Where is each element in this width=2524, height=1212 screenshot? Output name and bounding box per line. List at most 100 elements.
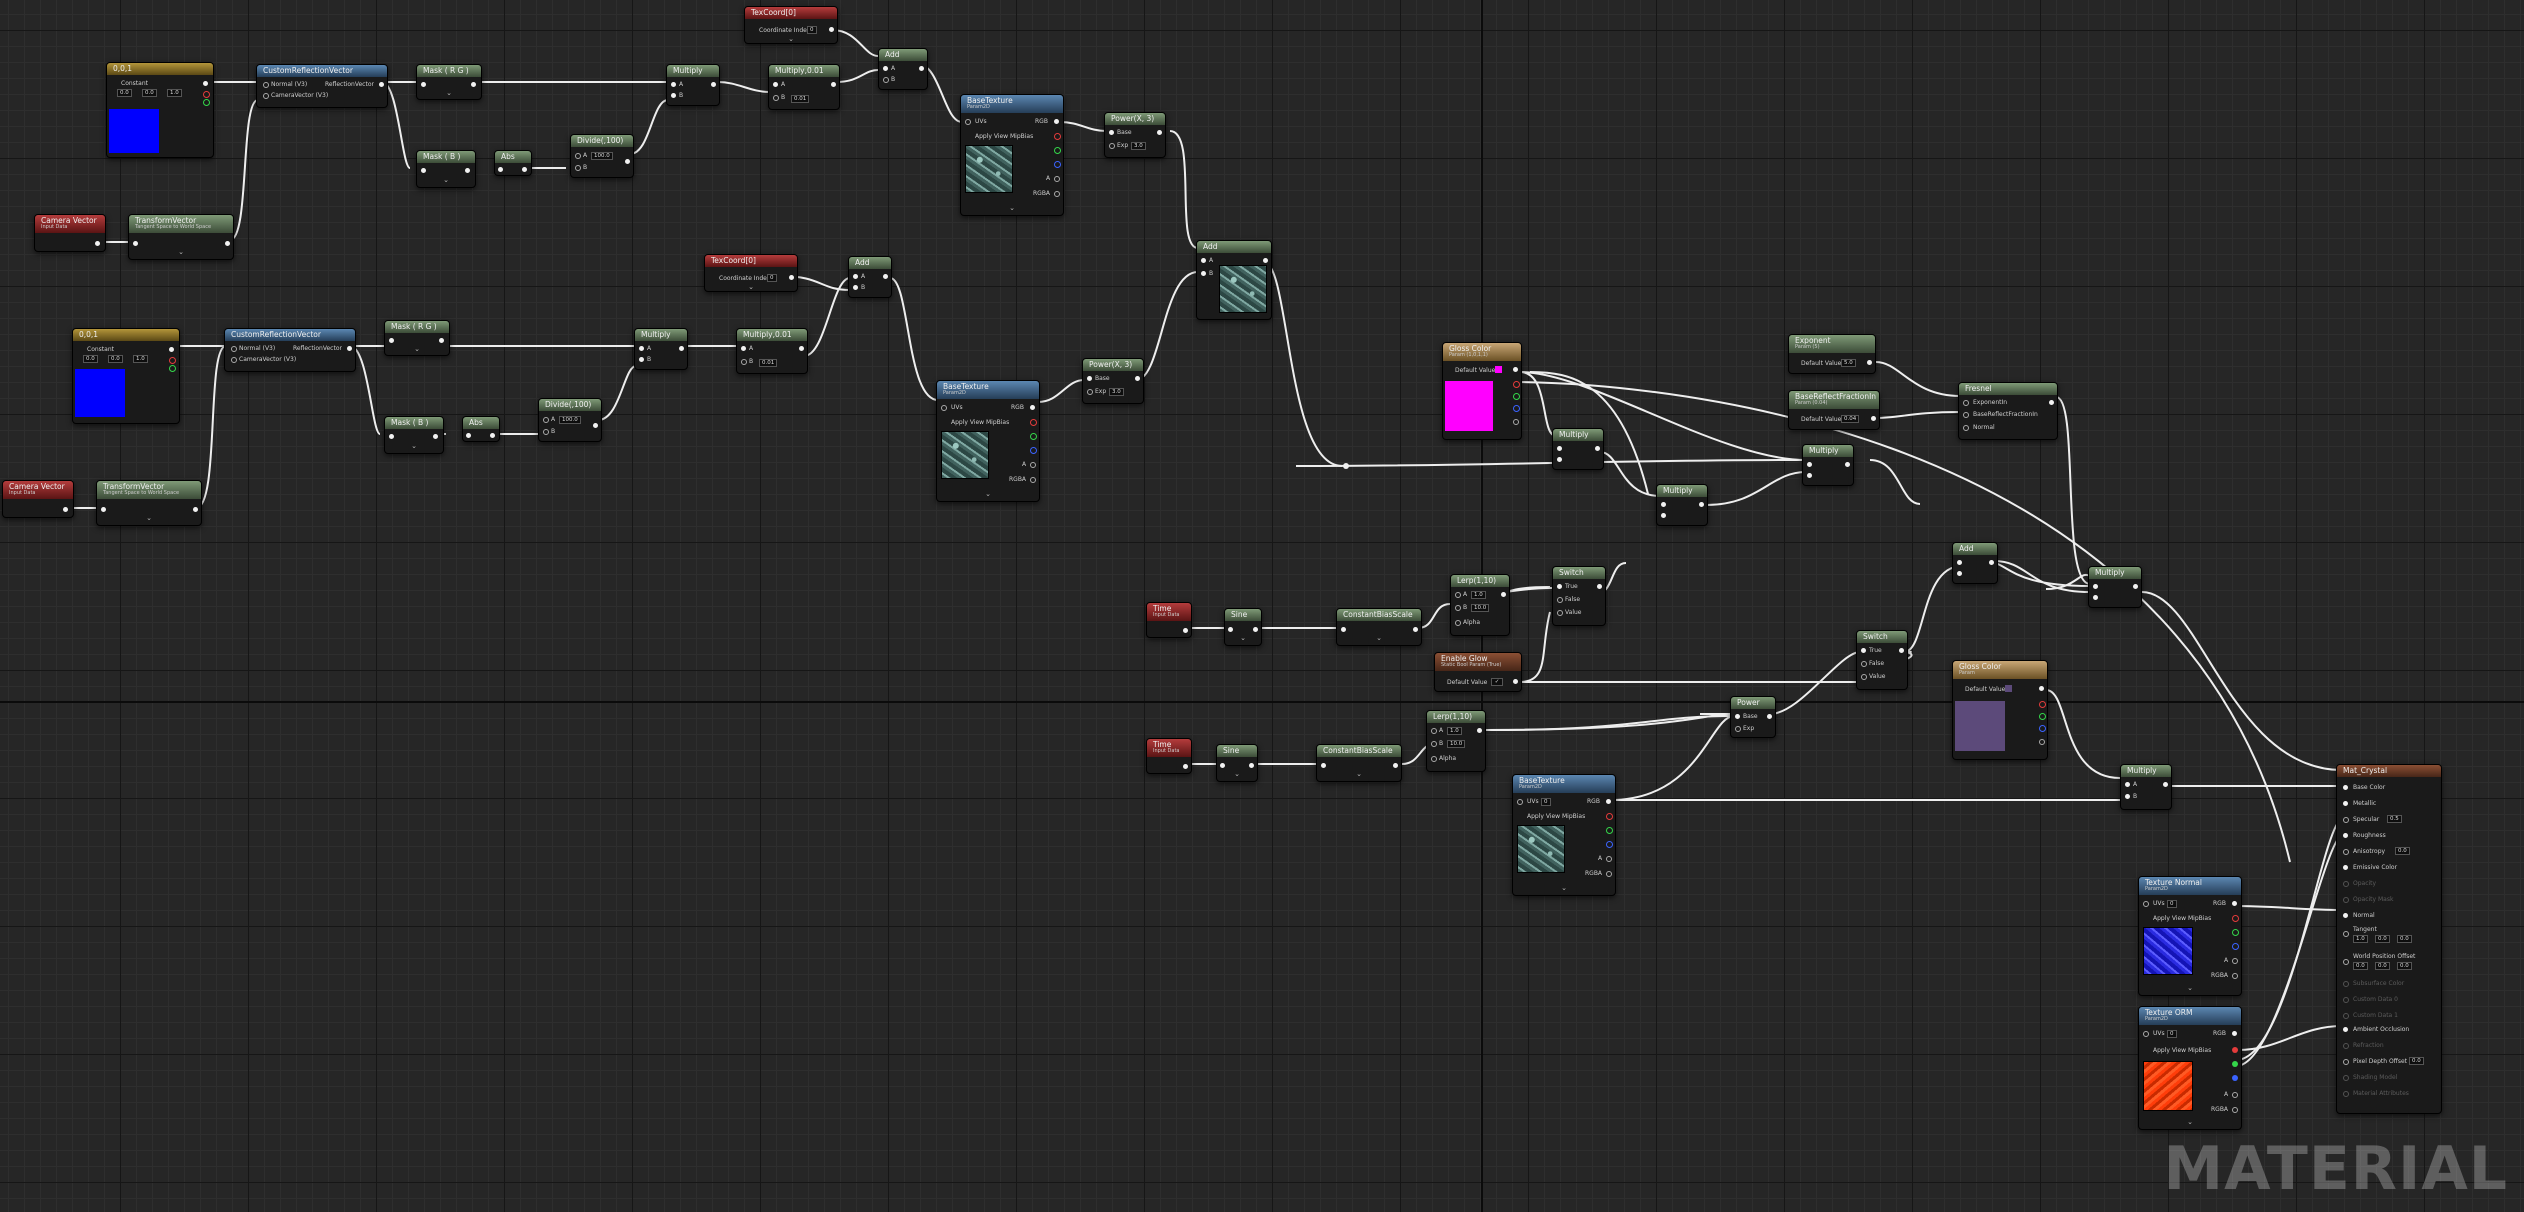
output-pin[interactable] <box>2049 400 2054 405</box>
g-output-pin[interactable] <box>1054 147 1061 154</box>
input-pin[interactable] <box>263 93 269 99</box>
value-input-pin[interactable] <box>1557 610 1563 616</box>
custom-reflection-vector-node-mid[interactable]: CustomReflectionVector Normal (V3) Camer… <box>224 328 356 372</box>
r-output-pin[interactable] <box>1606 813 1613 820</box>
default-value-input[interactable]: 0.04 <box>1841 415 1860 423</box>
a-output-pin[interactable] <box>1054 176 1060 182</box>
output-pin[interactable] <box>1899 648 1904 653</box>
constant-bias-scale-node-1[interactable]: ConstantBiasScale ⌄ <box>1336 608 1422 646</box>
input-a-pin[interactable] <box>2125 782 2130 787</box>
input-b-pin[interactable] <box>671 93 676 98</box>
transform-vector-node-mid[interactable]: TransformVector Tangent Space to World Sp… <box>96 480 202 526</box>
input-a-pin[interactable] <box>883 66 888 71</box>
rgba-output-pin[interactable] <box>1606 871 1612 877</box>
chevron-down-icon[interactable]: ⌄ <box>1513 885 1615 892</box>
input-b-pin[interactable] <box>1807 473 1812 478</box>
chevron-down-icon[interactable]: ⌄ <box>705 284 797 291</box>
input-pin[interactable] <box>1228 627 1233 632</box>
rgb-output-pin[interactable] <box>2232 901 2237 906</box>
texture-normal-node[interactable]: Texture Normal Param2D UVs 0 Apply View M… <box>2138 876 2242 996</box>
normal-input-pin[interactable] <box>1963 425 1969 431</box>
input-b-pin[interactable] <box>639 357 644 362</box>
value-b[interactable]: 1.0 <box>167 89 182 97</box>
custom-reflection-vector-node-top[interactable]: CustomReflectionVector Normal (V3) Camer… <box>256 64 388 108</box>
output-pin[interactable] <box>203 81 208 86</box>
exp-value[interactable]: 3.0 <box>1131 142 1146 150</box>
multiply-001-node-top[interactable]: Multiply,0.01 A B 0.01 <box>768 64 840 110</box>
output-pin[interactable] <box>1513 367 1518 372</box>
input-pin[interactable] <box>133 241 138 246</box>
wpo-z-value[interactable]: 0.0 <box>2397 962 2412 970</box>
output-pin[interactable] <box>490 433 495 438</box>
multiply-node-top[interactable]: Multiply A B <box>666 64 720 106</box>
rgb-output-pin[interactable] <box>2232 1031 2237 1036</box>
input-a-pin[interactable] <box>575 153 581 159</box>
add-node-right[interactable]: Add <box>1952 542 1998 584</box>
output-pin[interactable] <box>711 82 716 87</box>
output-r-pin[interactable] <box>169 357 176 364</box>
base-texture-node-low[interactable]: BaseTexture Param2D UVs 0 Apply View MipB… <box>1512 774 1616 896</box>
output-pin[interactable] <box>1157 130 1162 135</box>
input-pin[interactable] <box>1220 763 1225 768</box>
constant-vector-node-top[interactable]: 0,0,1 Constant 0.0 0.0 1.0 <box>106 62 214 158</box>
result-pin-roughness[interactable] <box>2343 833 2348 838</box>
input-b-pin[interactable] <box>2093 595 2098 600</box>
input-a-pin[interactable] <box>2093 584 2098 589</box>
input-b-value[interactable]: 0.01 <box>759 359 778 367</box>
a-value[interactable]: 1.0 <box>1471 591 1486 599</box>
alpha-input-pin[interactable] <box>1431 756 1437 762</box>
wpo-y-value[interactable]: 0.0 <box>2375 962 2390 970</box>
input-b-pin[interactable] <box>883 77 889 83</box>
output-pin[interactable] <box>193 507 198 512</box>
a-output-pin[interactable] <box>2039 739 2045 745</box>
constant-vector-node-mid[interactable]: 0,0,1 Constant 0.0 0.0 1.0 <box>72 328 180 424</box>
input-b-pin[interactable] <box>543 429 549 435</box>
exponent-param-node[interactable]: Exponent Param (5) Default Value 5.0 <box>1788 334 1876 374</box>
chevron-down-icon[interactable]: ⌄ <box>2139 1119 2241 1126</box>
result-pin-emissive-color[interactable] <box>2343 865 2348 870</box>
output-pin[interactable] <box>593 423 598 428</box>
input-pin[interactable] <box>101 507 106 512</box>
result-pin-metallic[interactable] <box>2343 801 2348 806</box>
b-output-pin[interactable] <box>2039 725 2046 732</box>
g-output-pin[interactable] <box>1606 827 1613 834</box>
result-pin-custom-data-0[interactable] <box>2343 997 2349 1003</box>
result-pin-tangent[interactable] <box>2343 931 2349 937</box>
result-pin-specular[interactable] <box>2343 817 2349 823</box>
output-pin[interactable] <box>1597 584 1602 589</box>
material-graph-canvas[interactable]: 0,0,1 Constant 0.0 0.0 1.0 CustomReflect… <box>0 0 2524 1212</box>
output-pin[interactable] <box>1253 627 1258 632</box>
input-a-pin[interactable] <box>639 346 644 351</box>
r-output-pin[interactable] <box>1513 381 1520 388</box>
output-pin[interactable] <box>1263 258 1268 263</box>
input-a-pin[interactable] <box>1201 258 1206 263</box>
coordinate-index-value[interactable]: 0 <box>807 26 817 34</box>
false-input-pin[interactable] <box>1557 597 1563 603</box>
input-pin[interactable] <box>263 82 269 88</box>
power-node-low[interactable]: Power Base Exp <box>1730 696 1776 738</box>
a-input-pin[interactable] <box>1431 728 1437 734</box>
output-pin[interactable] <box>679 346 684 351</box>
output-pin[interactable] <box>1501 592 1506 597</box>
switch-node-1[interactable]: Switch True False Value <box>1552 566 1606 626</box>
base-texture-node-mid[interactable]: BaseTexture Param2D UVs Apply View MipBia… <box>936 380 1040 502</box>
r-output-pin[interactable] <box>1030 419 1037 426</box>
uvs-value[interactable]: 0 <box>1541 798 1551 806</box>
output-pin[interactable] <box>1183 764 1188 769</box>
output-pin[interactable] <box>789 275 794 280</box>
output-pin[interactable] <box>2133 584 2138 589</box>
power-node-top[interactable]: Power(X, 3) Base Exp 3.0 <box>1104 112 1166 158</box>
input-b-pin[interactable] <box>1661 513 1666 518</box>
mask-b-node-mid[interactable]: Mask ( B ) ⌄ <box>384 416 444 454</box>
base-texture-node-top[interactable]: BaseTexture Param2D UVs Apply View MipBia… <box>960 94 1064 216</box>
input-pin[interactable] <box>389 434 394 439</box>
default-value-swatch[interactable] <box>2005 685 2012 692</box>
output-pin[interactable] <box>1393 763 1398 768</box>
input-b-pin[interactable] <box>741 359 747 365</box>
input-pin[interactable] <box>498 167 503 172</box>
b-output-pin[interactable] <box>1606 841 1613 848</box>
coordinate-index-value[interactable]: 0 <box>767 274 777 282</box>
value-input-pin[interactable] <box>1861 674 1867 680</box>
output-g-pin[interactable] <box>169 365 176 372</box>
b-input-pin[interactable] <box>1431 741 1437 747</box>
